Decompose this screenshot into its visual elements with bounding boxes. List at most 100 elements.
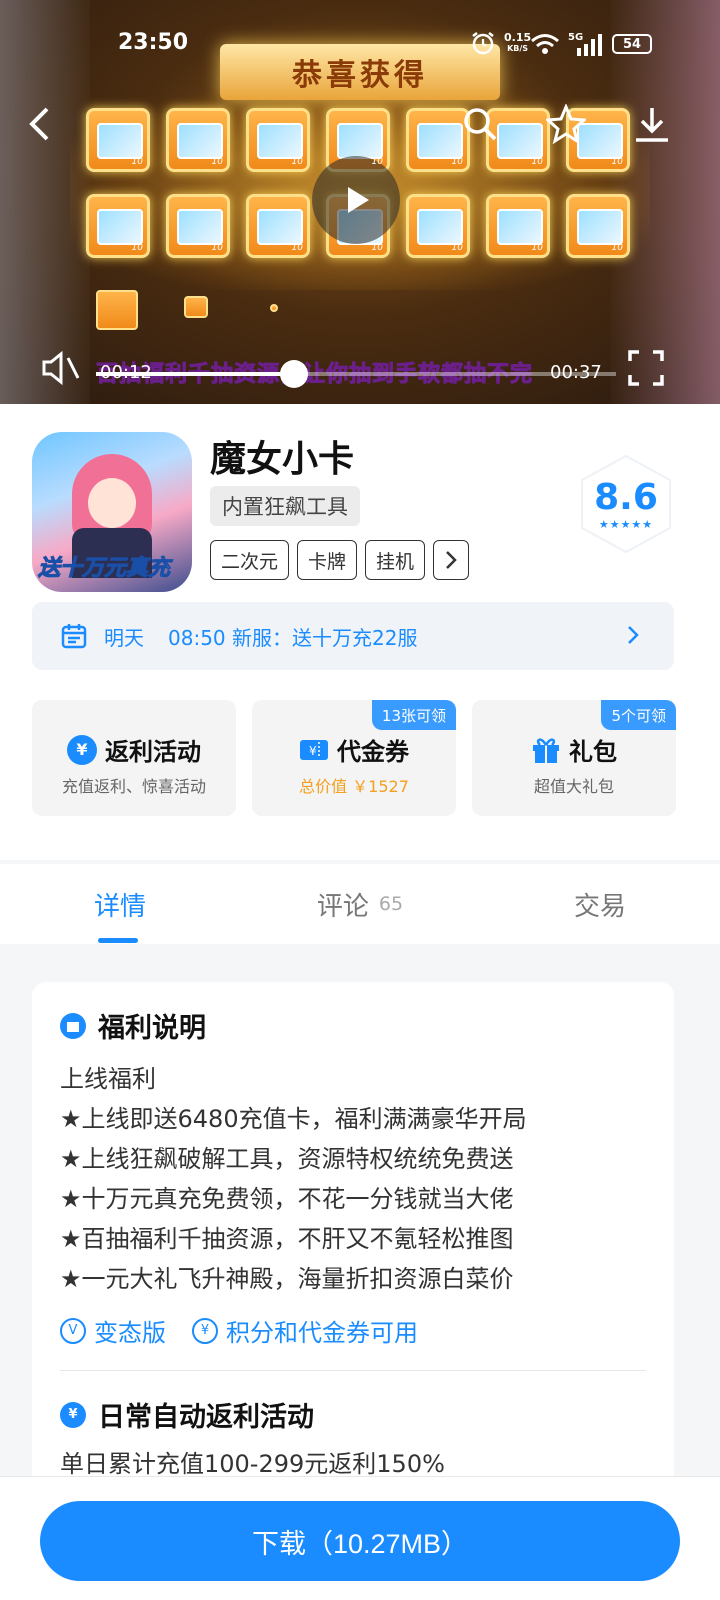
tab-indicator — [98, 938, 138, 943]
download-button[interactable]: 下载（10.27MB） — [40, 1501, 680, 1581]
app-tag[interactable]: 二次元 — [210, 540, 290, 580]
rebate-card[interactable]: ¥ 返利活动 充值返利、惊喜活动 — [32, 700, 236, 816]
v-circle-icon: V — [60, 1317, 86, 1344]
welfare-line: ★上线即送6480充值卡，福利满满豪华开局 — [60, 1105, 527, 1133]
net-speed: 0.15 KB/S — [504, 31, 532, 53]
yen-small-icon: ¥ — [60, 1401, 86, 1428]
reward-card: 10 — [486, 194, 550, 258]
mute-icon — [42, 350, 80, 386]
benefit-subtitle: 总价值 ￥1527 — [299, 777, 409, 796]
voucher-badge: 13张可领 — [371, 700, 456, 730]
search-button[interactable] — [458, 102, 502, 146]
gift-small-icon — [60, 1012, 86, 1039]
app-icon: 送十万元真充 — [32, 432, 192, 592]
battery-indicator: 54 — [612, 34, 652, 54]
app-info-section: 送十万元真充 魔女小卡 内置狂飙工具 二次元 卡牌 挂机 8.6 ★★★★★ 明… — [0, 404, 720, 860]
gift-badge: 5个可领 — [601, 700, 676, 730]
wifi-icon — [531, 34, 559, 54]
reward-card: 10 — [566, 194, 630, 258]
tab-reviews[interactable]: 评论 65 — [240, 864, 480, 944]
reward-card: 10 — [246, 194, 310, 258]
mini-card — [270, 304, 278, 312]
more-tags-button[interactable] — [433, 540, 470, 580]
calendar-icon — [61, 624, 87, 649]
welfare-lines: 上线福利 ★上线即送6480充值卡，福利满满豪华开局 ★上线狂飙破解工具，资源特… — [60, 1059, 646, 1299]
reward-card: 10 — [246, 108, 310, 172]
tab-trade[interactable]: 交易 — [480, 864, 720, 944]
svg-text:¥: ¥ — [309, 744, 317, 758]
app-icon-text: 送十万元真充 — [37, 556, 171, 582]
video-progress-bar[interactable] — [96, 360, 616, 388]
rating-stars: ★★★★★ — [598, 518, 654, 531]
version-flags: V 变态版 ¥ 积分和代金券可用 — [60, 1313, 646, 1348]
reward-card: 10 — [406, 194, 470, 258]
benefit-subtitle: 充值返利、惊喜活动 — [61, 777, 206, 796]
welfare-line: ★百抽福利千抽资源，不肝又不氪轻松推图 — [60, 1225, 514, 1253]
play-button[interactable] — [312, 156, 400, 244]
chevron-right-icon — [628, 626, 639, 644]
reward-card: 10 — [86, 108, 150, 172]
reward-card: 10 — [86, 194, 150, 258]
signal-icon — [577, 34, 602, 56]
rating-badge: 8.6 ★★★★★ — [578, 454, 674, 554]
download-icon — [636, 108, 668, 142]
fullscreen-icon — [628, 350, 664, 386]
back-button[interactable] — [18, 102, 62, 146]
status-bar: 23:50 0.15 KB/S 5G 54 — [0, 0, 720, 90]
review-count: 65 — [378, 893, 404, 915]
daily-heading: ¥ 日常自动返利活动 — [60, 1395, 646, 1434]
back-arrow-icon — [29, 107, 49, 141]
app-tag[interactable]: 挂机 — [365, 540, 426, 580]
version-flag: V 变态版 — [60, 1313, 166, 1348]
video-player[interactable]: 恭喜获得 10 10 10 10 10 10 10 10 10 10 10 10… — [0, 0, 720, 404]
gift-icon — [533, 737, 559, 763]
tab-details[interactable]: 详情 — [0, 864, 240, 944]
welfare-line: ★上线狂飙破解工具，资源特权统统免费送 — [60, 1145, 514, 1173]
benefit-title: 代金券 — [337, 738, 409, 766]
divider — [60, 1370, 646, 1371]
rating-score: 8.6 — [594, 477, 658, 518]
new-server-banner[interactable]: 明天 08:50 新服：送十万充22服 — [32, 602, 674, 670]
reward-card: 10 — [166, 108, 230, 172]
points-flag: ¥ 积分和代金券可用 — [192, 1313, 418, 1348]
benefits-row: ¥ 返利活动 充值返利、惊喜活动 13张可领 ¥ 代金券 总价值 ￥1527 5… — [32, 700, 676, 816]
server-date: 明天 — [104, 625, 144, 650]
benefit-title: 礼包 — [569, 738, 617, 766]
alarm-icon — [472, 32, 494, 55]
welfare-line: ★十万元真充免费领，不花一分钱就当大佬 — [60, 1185, 514, 1213]
app-tag[interactable]: 卡牌 — [297, 540, 358, 580]
tab-bar: 详情 评论 65 交易 — [0, 864, 720, 944]
reward-card: 10 — [166, 194, 230, 258]
status-icons — [470, 30, 496, 56]
server-text: 08:50 新服：送十万充22服 — [168, 625, 418, 650]
voucher-icon: ¥ — [300, 739, 328, 760]
video-current-time: 00:12 — [100, 362, 152, 383]
chevron-right-icon — [446, 551, 457, 569]
download-icon-button[interactable] — [630, 102, 674, 146]
welfare-line: 上线福利 — [60, 1065, 156, 1093]
benefit-subtitle: 超值大礼包 — [533, 777, 614, 796]
mute-button[interactable] — [38, 346, 82, 390]
status-time: 23:50 — [118, 30, 189, 55]
benefit-title: 返利活动 — [105, 738, 201, 766]
yen-circle-icon: ¥ — [192, 1317, 218, 1344]
search-icon — [464, 108, 497, 141]
star-icon — [546, 104, 586, 144]
video-duration: 00:37 — [550, 362, 602, 383]
voucher-card[interactable]: 13张可领 ¥ 代金券 总价值 ￥1527 — [252, 700, 456, 816]
welfare-heading: 福利说明 — [60, 1006, 646, 1045]
feature-tag: 内置狂飙工具 — [210, 486, 360, 526]
welfare-line: ★一元大礼飞升神殿，海量折扣资源白菜价 — [60, 1265, 514, 1293]
app-tags: 二次元 卡牌 挂机 — [210, 540, 470, 580]
details-card: 福利说明 上线福利 ★上线即送6480充值卡，福利满满豪华开局 ★上线狂飙破解工… — [32, 982, 674, 1542]
mini-card — [96, 290, 138, 330]
video-progress-thumb[interactable] — [279, 360, 308, 388]
app-name: 魔女小卡 — [210, 439, 355, 480]
fullscreen-button[interactable] — [624, 346, 668, 390]
play-icon — [348, 187, 369, 213]
bottom-bar: 下载（10.27MB） — [0, 1476, 720, 1600]
yen-icon: ¥ — [67, 734, 97, 765]
favorite-button[interactable] — [544, 102, 588, 146]
welfare-title: 福利说明 — [98, 1013, 206, 1044]
gift-card[interactable]: 5个可领 礼包 超值大礼包 — [472, 700, 676, 816]
